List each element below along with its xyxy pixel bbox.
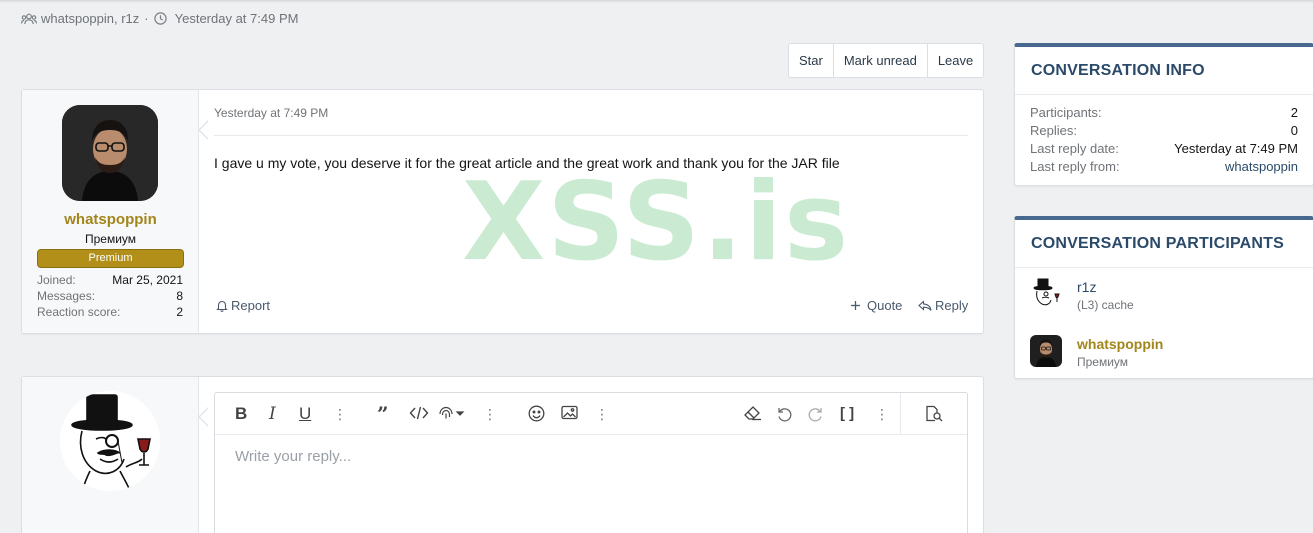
stat-reaction-score: Reaction score: 2	[37, 305, 183, 319]
conversation-time[interactable]: Yesterday at 7:49 PM	[175, 11, 299, 26]
code-icon[interactable]	[409, 405, 429, 423]
message-arrow	[198, 120, 209, 140]
toolbar-divider	[900, 393, 901, 435]
more-editor-options-icon[interactable]: ⋮	[875, 405, 889, 423]
divider	[214, 135, 968, 136]
info-list: Participants: 2 Replies: 0 Last reply date…	[1015, 95, 1313, 176]
mark-unread-button[interactable]: Mark unread	[834, 44, 928, 77]
undo-icon[interactable]	[775, 405, 793, 423]
quote-icon[interactable]: ”	[377, 404, 389, 424]
message-body: I gave u my vote, you deserve it for the…	[214, 155, 840, 171]
plus-icon	[851, 301, 860, 310]
underline-icon[interactable]: U	[299, 405, 311, 423]
message-date[interactable]: Yesterday at 7:49 PM	[214, 106, 328, 120]
conversation-meta: whatspoppin, r1z · Yesterday at 7:49 PM	[21, 11, 298, 26]
image-icon[interactable]	[561, 405, 578, 423]
quote-button[interactable]: Quote	[850, 298, 902, 313]
header-shadow	[0, 0, 1313, 3]
participant-title: Премиум	[1077, 355, 1129, 369]
bold-icon[interactable]: B	[235, 405, 247, 423]
stat-joined: Joined: Mar 25, 2021	[37, 273, 183, 287]
conversation-participants-panel: CONVERSATION PARTICIPANTS r1z (L3) cache	[1014, 216, 1313, 379]
more-insert-options-icon[interactable]: ⋮	[483, 405, 497, 423]
redo-icon[interactable]	[807, 405, 825, 423]
leave-button[interactable]: Leave	[928, 44, 983, 77]
bell-icon	[216, 300, 228, 312]
bbcode-toggle-icon[interactable]: [ ]	[840, 405, 854, 423]
quick-reply: B I U ⋮ ” ⋮ ⋮ [ ] ⋮ Write your reply...	[21, 376, 984, 533]
clock-icon	[153, 12, 167, 25]
star-button[interactable]: Star	[789, 44, 834, 77]
participants-link[interactable]: whatspoppin, r1z	[41, 11, 139, 26]
preview-icon[interactable]	[925, 405, 943, 423]
info-last-reply-from: Last reply from: whatspoppin	[1030, 159, 1298, 174]
avatar[interactable]	[1030, 335, 1062, 367]
username[interactable]: whatspoppin	[22, 211, 199, 228]
fingerprint-icon[interactable]	[437, 405, 465, 423]
avatar[interactable]	[1030, 278, 1062, 310]
avatar[interactable]	[62, 105, 158, 201]
message: whatspoppin Премиум Premium Joined: Mar 2…	[21, 89, 984, 334]
info-replies: Replies: 0	[1030, 123, 1298, 138]
premium-badge: Premium	[37, 249, 184, 268]
user-stats: Joined: Mar 25, 2021 Messages: 8 Reaction …	[37, 272, 183, 320]
avatar[interactable]	[60, 391, 160, 491]
reply-label: Reply	[935, 298, 969, 313]
participant-name[interactable]: r1z	[1077, 278, 1134, 296]
info-participants: Participants: 2	[1030, 105, 1298, 120]
conversation-info-panel: CONVERSATION INFO Participants: 2 Replies…	[1014, 43, 1313, 186]
message-arrow	[198, 407, 209, 427]
watermark: XSS.is	[462, 160, 851, 285]
panel-title: CONVERSATION PARTICIPANTS	[1015, 220, 1313, 268]
panel-title: CONVERSATION INFO	[1015, 47, 1313, 95]
report-label: Report	[231, 298, 271, 313]
participant-name[interactable]: whatspoppin	[1077, 335, 1163, 353]
user-title: Премиум	[84, 232, 137, 246]
italic-icon[interactable]: I	[269, 405, 276, 423]
eraser-icon[interactable]	[743, 405, 762, 423]
reply-editor: B I U ⋮ ” ⋮ ⋮ [ ] ⋮ Write your reply...	[214, 392, 968, 533]
quote-label: Quote	[867, 298, 903, 313]
reply-input[interactable]: Write your reply...	[235, 448, 351, 465]
more-text-options-icon[interactable]: ⋮	[333, 405, 347, 423]
participant-item: r1z (L3) cache	[1030, 278, 1134, 314]
info-last-reply-date: Last reply date: Yesterday at 7:49 PM	[1030, 141, 1298, 156]
meta-separator: ·	[144, 11, 149, 26]
report-link[interactable]: Report	[216, 298, 270, 313]
more-media-options-icon[interactable]: ⋮	[595, 405, 609, 423]
users-icon	[21, 13, 37, 24]
reply-user-info	[22, 377, 199, 533]
stat-messages: Messages: 8	[37, 289, 183, 303]
message-user-info: whatspoppin Премиум Premium Joined: Mar 2…	[22, 90, 199, 333]
reply-icon	[918, 299, 932, 311]
conversation-actions: Star Mark unread Leave	[788, 43, 985, 78]
participant-item: whatspoppin Премиум	[1030, 335, 1163, 371]
smiley-icon[interactable]	[528, 405, 545, 423]
editor-toolbar: B I U ⋮ ” ⋮ ⋮ [ ] ⋮	[215, 393, 967, 435]
reply-button[interactable]: Reply	[918, 298, 968, 313]
participant-title: (L3) cache	[1077, 298, 1134, 312]
